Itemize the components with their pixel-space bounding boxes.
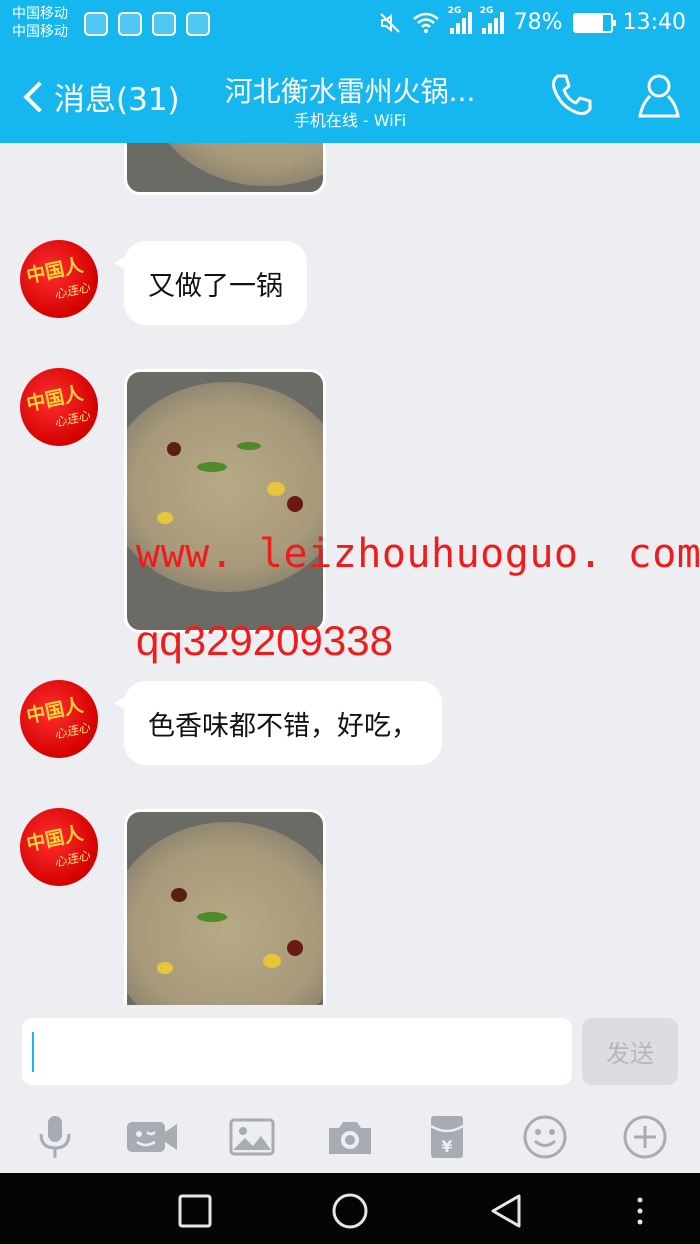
profile-icon[interactable] <box>634 70 684 120</box>
avatar[interactable]: 中国人 心连心 <box>20 368 98 446</box>
avatar[interactable]: 中国人 心连心 <box>20 240 98 318</box>
news-app-icon <box>152 12 176 36</box>
text-caret <box>32 1032 34 1072</box>
image-message[interactable] <box>124 809 326 1005</box>
chat-header: 消息(31) 河北衡水雷州火锅... 手机在线 - WiFi <box>0 50 700 143</box>
text-message[interactable]: 色香味都不错，好吃， <box>114 681 442 765</box>
emoji-icon[interactable] <box>520 1112 570 1162</box>
avatar[interactable]: 中国人 心连心 <box>20 808 98 886</box>
plus-icon[interactable] <box>620 1112 670 1162</box>
network-1-label: 2G <box>447 5 462 16</box>
menu-dots-icon[interactable] <box>620 1191 660 1231</box>
image-message[interactable] <box>124 369 326 633</box>
battery-icon <box>572 12 616 33</box>
back-triangle-icon[interactable] <box>487 1191 527 1231</box>
svg-text:¥: ¥ <box>441 1137 452 1156</box>
system-nav-bar <box>0 1173 700 1244</box>
carrier-1: 中国移动 <box>12 6 68 22</box>
chat-subtitle: 手机在线 - WiFi <box>293 111 407 130</box>
notification-icons <box>84 12 210 36</box>
hotpot-photo <box>147 143 323 186</box>
wifi-icon <box>412 12 439 33</box>
message-text: 色香味都不错，好吃， <box>148 710 418 742</box>
image-icon[interactable] <box>227 1112 277 1162</box>
signal-2-icon: 2G <box>480 6 504 34</box>
input-toolbar: ¥ <box>0 1100 700 1173</box>
square-icon[interactable] <box>175 1191 215 1231</box>
battery-fill <box>574 14 603 31</box>
chevron-left-icon <box>23 80 55 113</box>
clock: 13:40 <box>622 10 686 35</box>
signal-1-icon: 2G <box>448 6 472 34</box>
message-list[interactable]: 中国人 心连心 又做了一锅 中国人 心连心 中国人 心连心 色香味都不错，好吃，… <box>0 143 700 1005</box>
phone-icon[interactable] <box>546 70 596 120</box>
network-2-label: 2G <box>479 5 494 16</box>
back-button[interactable]: 消息(31) <box>20 74 180 119</box>
camera-icon[interactable] <box>325 1112 375 1162</box>
gallery-app-icon <box>186 12 210 36</box>
status-bar: 中国移动 中国移动 2G 2G 78% 13:40 <box>0 0 700 50</box>
heart-app-icon <box>118 12 142 36</box>
back-label: 消息(31) <box>54 82 180 118</box>
hotpot-photo <box>127 822 323 1005</box>
send-button[interactable]: 发送 <box>582 1018 678 1085</box>
input-row: 发送 <box>0 1005 700 1100</box>
carrier-2: 中国移动 <box>12 24 68 40</box>
browser-icon <box>84 12 108 36</box>
status-right: 2G 2G 78% 13:40 <box>378 6 686 35</box>
chat-title: 河北衡水雷州火锅... <box>224 75 476 108</box>
text-message[interactable]: 又做了一锅 <box>114 241 307 325</box>
message-text: 又做了一锅 <box>148 270 283 302</box>
message-input[interactable] <box>22 1018 572 1085</box>
carrier-labels: 中国移动 中国移动 <box>12 5 68 41</box>
image-message[interactable] <box>124 143 326 195</box>
watermark-url: www. leizhouhuoguo. com <box>136 531 700 577</box>
battery-percent: 78% <box>513 10 563 35</box>
mute-icon <box>379 12 400 33</box>
watermark-qq: qq329209338 <box>136 617 393 664</box>
video-call-icon[interactable] <box>125 1112 181 1162</box>
home-circle-icon[interactable] <box>330 1191 370 1231</box>
avatar[interactable]: 中国人 心连心 <box>20 680 98 758</box>
microphone-icon[interactable] <box>30 1112 80 1162</box>
red-packet-icon[interactable]: ¥ <box>422 1112 472 1162</box>
